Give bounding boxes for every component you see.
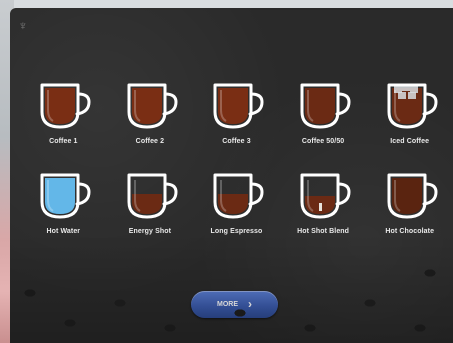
drink-label: Coffee 3 bbox=[222, 138, 251, 145]
cup-icon bbox=[380, 170, 440, 222]
drink-coffee-1[interactable]: Coffee 1 bbox=[20, 78, 107, 168]
drink-label: Coffee 1 bbox=[49, 138, 78, 145]
cup-svg bbox=[300, 173, 351, 219]
drink-label: Hot Water bbox=[46, 228, 81, 235]
drink-grid: Coffee 1 Coffee 2 Coffee 3 Coffee 50/50 … bbox=[20, 78, 453, 258]
cup-icon bbox=[206, 170, 266, 222]
drink-coffee-50-50[interactable]: Coffee 50/50 bbox=[280, 78, 367, 168]
more-button[interactable]: MORE › bbox=[191, 291, 278, 318]
ice-cube bbox=[397, 92, 406, 99]
drink-coffee-2[interactable]: Coffee 2 bbox=[107, 78, 194, 168]
cup-svg bbox=[387, 83, 438, 129]
cup-icon bbox=[293, 170, 353, 222]
cup-liquid bbox=[131, 194, 162, 214]
cup-icon bbox=[293, 80, 353, 132]
cup-svg bbox=[127, 83, 178, 129]
drink-energy-shot[interactable]: Energy Shot bbox=[107, 168, 194, 258]
drink-long-espresso[interactable]: Long Espresso bbox=[193, 168, 280, 258]
drink-hot-water[interactable]: Hot Water bbox=[20, 168, 107, 258]
drink-label: Long Espresso bbox=[210, 228, 263, 235]
drink-label: Hot Chocolate bbox=[385, 228, 435, 235]
chevron-right-icon: › bbox=[248, 297, 252, 311]
cup-svg bbox=[387, 173, 438, 219]
drink-label: Hot Shot Blend bbox=[297, 228, 350, 235]
cup-liquid bbox=[218, 194, 249, 214]
ice-cube bbox=[409, 86, 418, 93]
more-button-label: MORE bbox=[217, 301, 238, 308]
drink-label: Coffee 50/50 bbox=[301, 138, 345, 145]
ice-cube bbox=[407, 92, 416, 99]
drink-hot-shot-blend[interactable]: Hot Shot Blend bbox=[280, 168, 367, 258]
drink-label: Energy Shot bbox=[128, 228, 172, 235]
drink-label: Iced Coffee bbox=[390, 138, 430, 145]
drink-label: Coffee 2 bbox=[135, 138, 165, 145]
drink-iced-coffee[interactable]: Iced Coffee bbox=[366, 78, 453, 168]
cup-svg bbox=[213, 173, 264, 219]
cup-icon bbox=[206, 80, 266, 132]
brand-logo-icon: ♆ bbox=[18, 18, 28, 33]
cup-icon bbox=[120, 80, 180, 132]
cup-svg bbox=[40, 173, 91, 219]
cup-icon bbox=[120, 170, 180, 222]
cup-svg bbox=[127, 173, 178, 219]
blend-stream bbox=[319, 203, 323, 211]
drink-menu-screen: ♆ Coffee 1 Coffee 2 Coffee 3 Coffee 50/5… bbox=[10, 8, 453, 343]
drink-coffee-3[interactable]: Coffee 3 bbox=[193, 78, 280, 168]
cup-svg bbox=[40, 83, 91, 129]
cup-icon bbox=[33, 170, 93, 222]
cup-icon bbox=[33, 80, 93, 132]
drink-hot-chocolate[interactable]: Hot Chocolate bbox=[366, 168, 453, 258]
cup-svg bbox=[213, 83, 264, 129]
cup-icon bbox=[380, 80, 440, 132]
cup-svg bbox=[300, 83, 351, 129]
